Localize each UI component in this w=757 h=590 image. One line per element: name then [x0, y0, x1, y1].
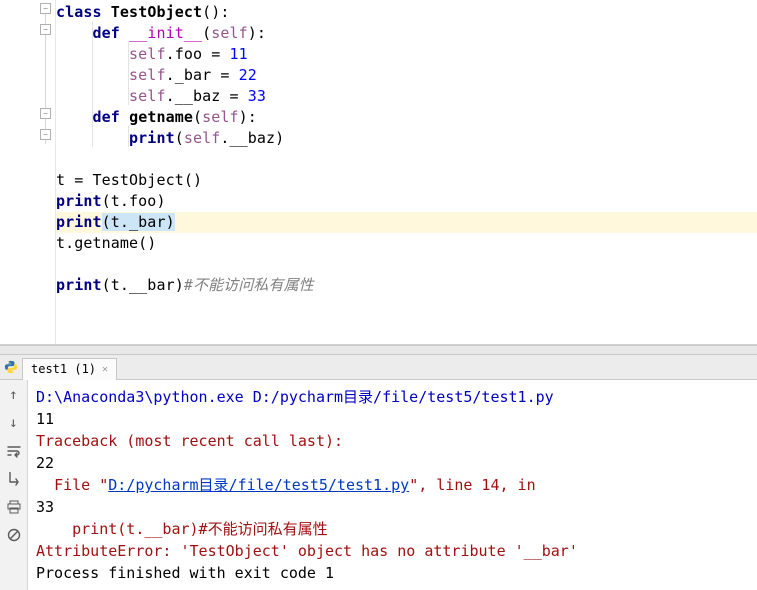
code-line: self.__baz = 33	[56, 86, 757, 107]
print-icon[interactable]	[5, 498, 23, 516]
console-line: 33	[36, 496, 749, 518]
code-line: def getname(self):	[56, 107, 757, 128]
code-line	[56, 149, 757, 170]
fold-icon[interactable]: −	[40, 24, 51, 35]
console-line: 11	[36, 408, 749, 430]
console-line: print(t.__bar)#不能访问私有属性	[36, 518, 749, 540]
code-line: print(t.foo)	[56, 191, 757, 212]
editor-gutter: − − − −	[0, 0, 56, 344]
console-line: AttributeError: 'TestObject' object has …	[36, 540, 749, 562]
scroll-up-icon[interactable]: ↑	[5, 386, 23, 404]
code-line	[56, 254, 757, 275]
console-toolbar: ↑ ↓	[0, 380, 28, 590]
console-line: D:\Anaconda3\python.exe D:/pycharm目录/fil…	[36, 386, 749, 408]
clear-icon[interactable]	[5, 526, 23, 544]
fold-icon[interactable]: −	[40, 108, 51, 119]
close-icon[interactable]: ✕	[102, 364, 108, 375]
console-line: Traceback (most recent call last):	[36, 430, 749, 452]
code-editor[interactable]: class TestObject(): def __init__(self): …	[56, 0, 757, 344]
console-output[interactable]: D:\Anaconda3\python.exe D:/pycharm目录/fil…	[28, 380, 757, 590]
run-tab-label: test1 (1)	[31, 362, 96, 376]
code-line: print(self.__baz)	[56, 128, 757, 149]
console-panel: ↑ ↓ D:\Anaconda3\python.exe D:/pycharm目录…	[0, 380, 757, 590]
fold-icon[interactable]: −	[40, 3, 51, 14]
run-tabs-bar: test1 (1) ✕	[0, 355, 757, 380]
code-line: print(t.__bar)#不能访问私有属性	[56, 275, 757, 296]
scroll-end-icon[interactable]	[5, 470, 23, 488]
code-line: print(t._bar)	[56, 212, 757, 233]
code-line: t.getname()	[56, 233, 757, 254]
run-tab[interactable]: test1 (1) ✕	[22, 358, 117, 380]
editor-panel: − − − − class TestObject(): def __init__…	[0, 0, 757, 345]
code-line: self._bar = 22	[56, 65, 757, 86]
console-line: Process finished with exit code 1	[36, 562, 749, 584]
code-line: class TestObject():	[56, 2, 757, 23]
console-line: File "D:/pycharm目录/file/test5/test1.py",…	[36, 474, 749, 496]
console-line: 22	[36, 452, 749, 474]
code-line: self.foo = 11	[56, 44, 757, 65]
wrap-icon[interactable]	[5, 442, 23, 460]
fold-icon[interactable]: −	[40, 129, 51, 140]
code-line: def __init__(self):	[56, 23, 757, 44]
scroll-down-icon[interactable]: ↓	[5, 414, 23, 432]
python-icon	[4, 360, 18, 374]
code-line: t = TestObject()	[56, 170, 757, 191]
panel-splitter[interactable]	[0, 345, 757, 355]
